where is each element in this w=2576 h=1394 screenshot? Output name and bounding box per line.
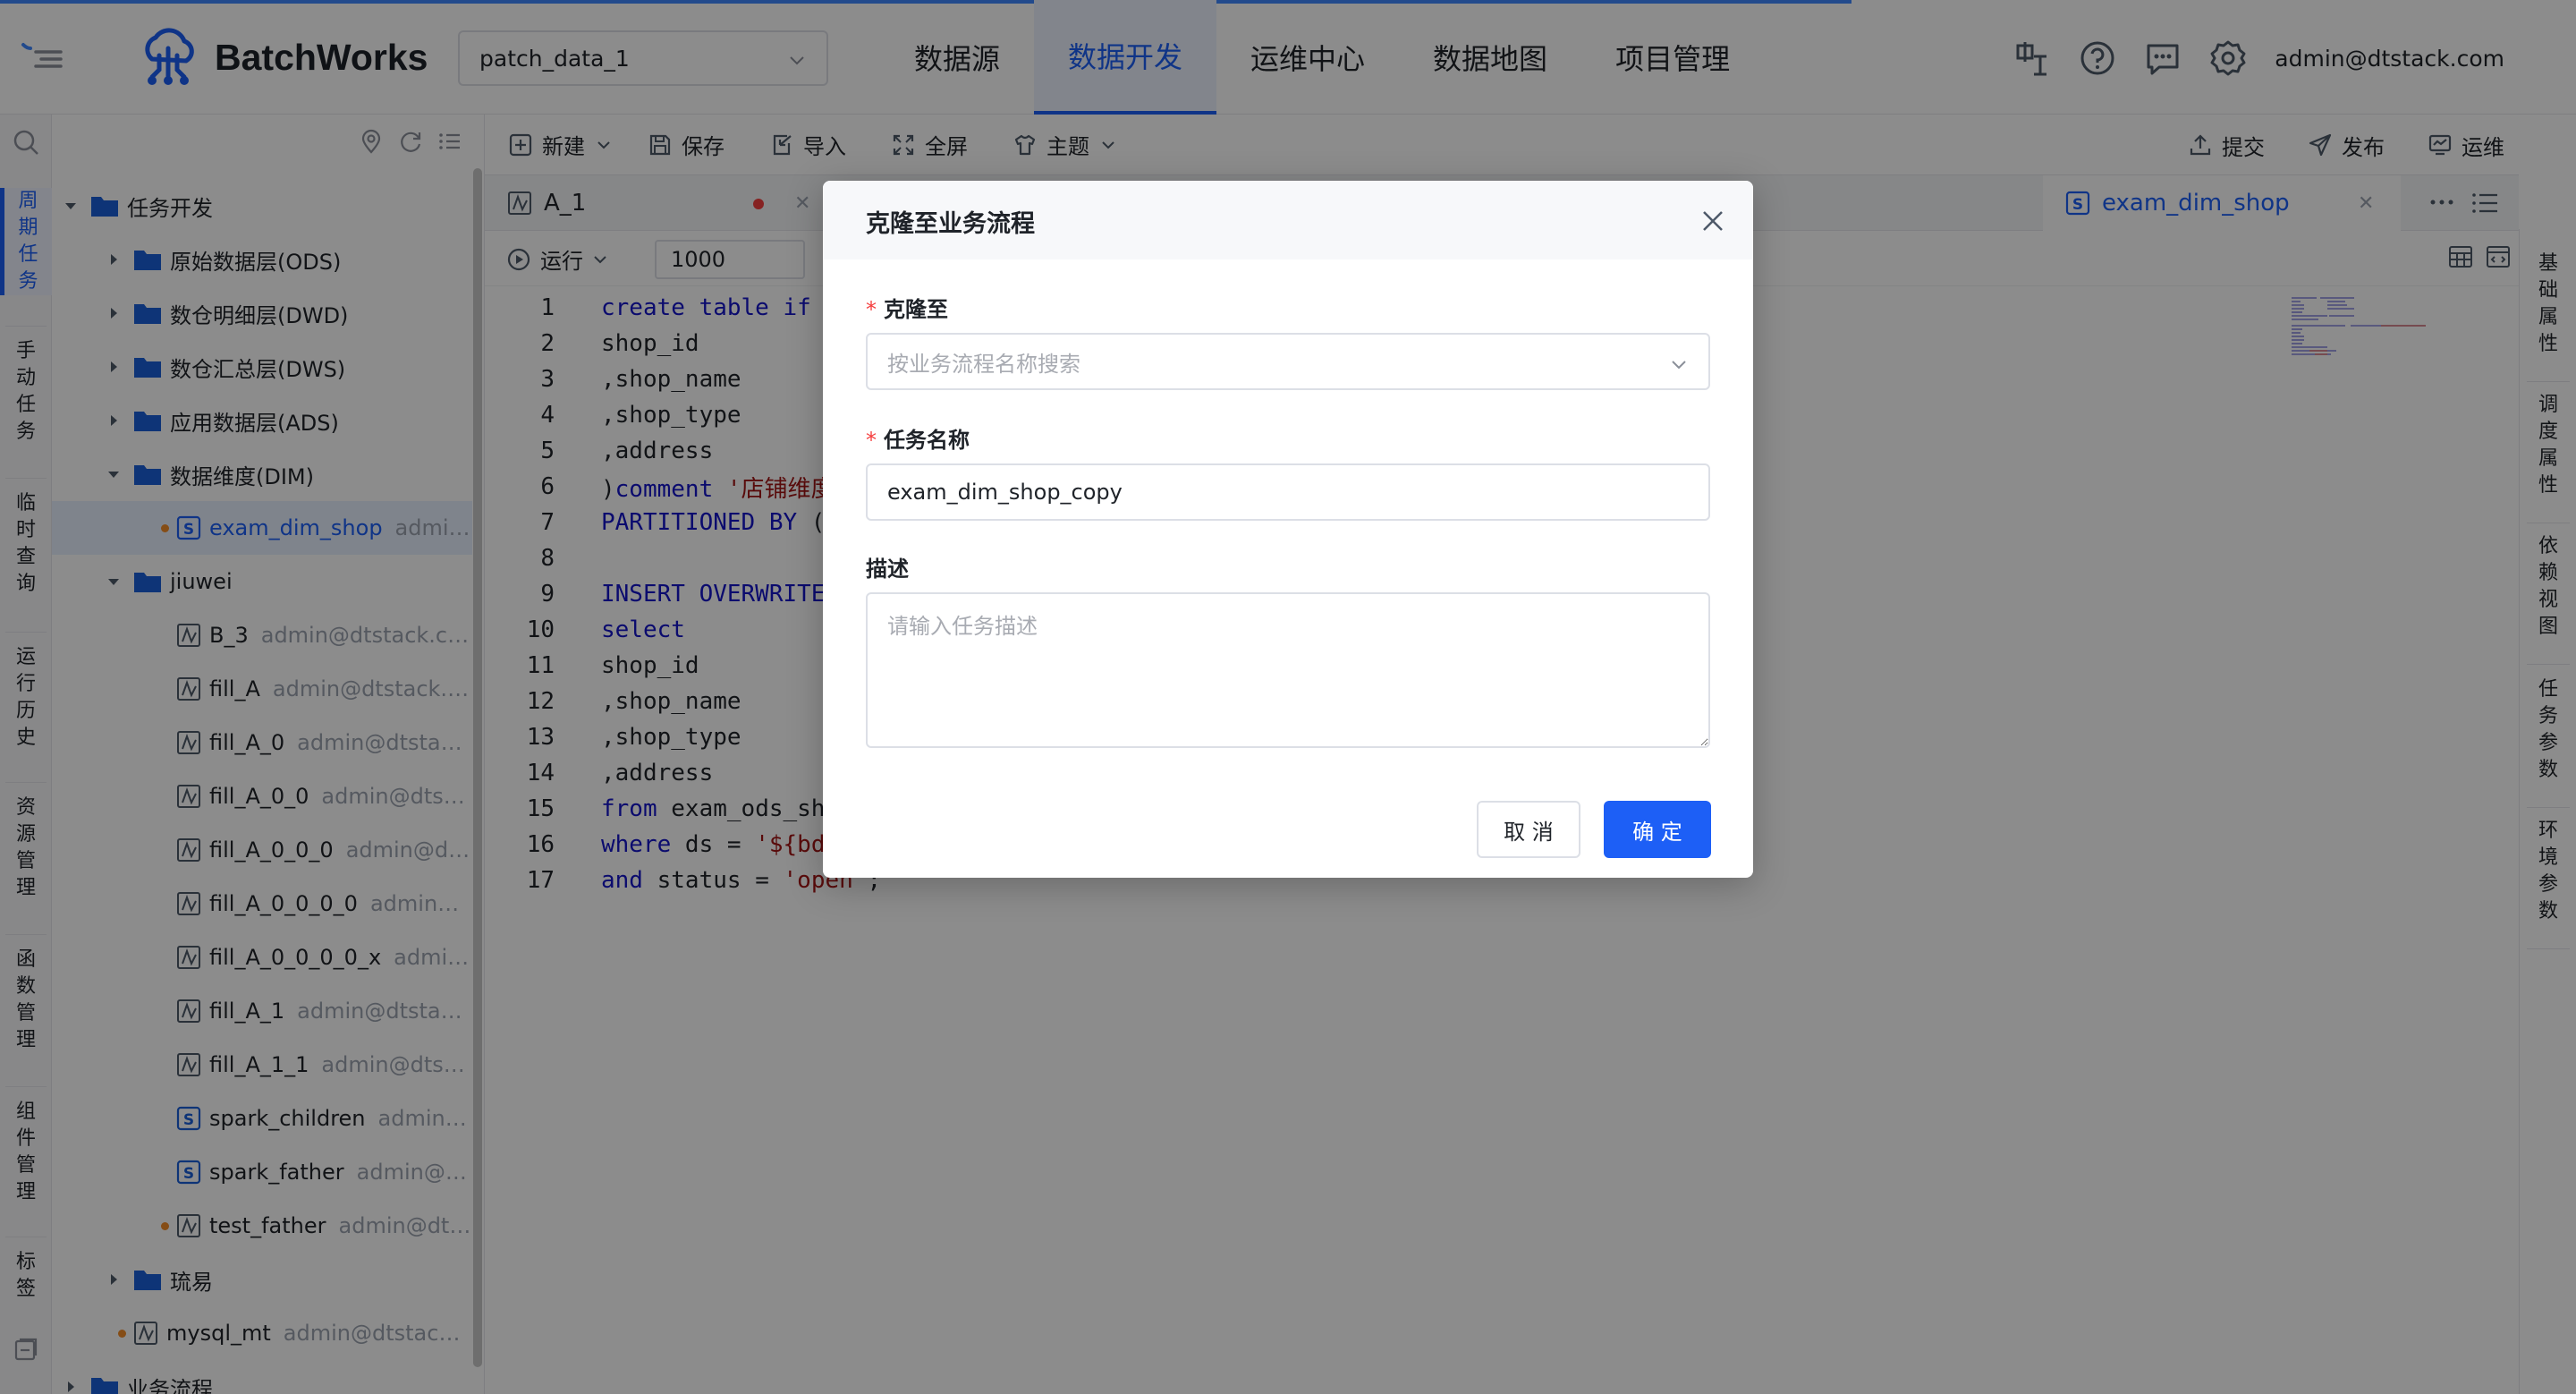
confirm-button[interactable]: 确 定 xyxy=(1604,801,1711,858)
task-name-input[interactable] xyxy=(866,463,1710,521)
description-textarea[interactable] xyxy=(866,592,1710,748)
clone-target-label: * 克隆至 xyxy=(866,292,948,323)
chevron-down-icon xyxy=(1672,361,1686,370)
cancel-button[interactable]: 取 消 xyxy=(1477,801,1580,858)
workflow-select[interactable]: 按业务流程名称搜索 xyxy=(866,333,1710,390)
close-icon[interactable] xyxy=(1699,208,1726,234)
clone-to-workflow-dialog: 克隆至业务流程 * 克隆至 按业务流程名称搜索 * 任务名称 描述 取 消 确 定 xyxy=(823,181,1753,878)
clone-target-label-text: 克隆至 xyxy=(884,297,948,322)
dialog-header: 克隆至业务流程 xyxy=(823,181,1753,259)
task-name-label-text: 任务名称 xyxy=(884,428,970,453)
workflow-select-placeholder: 按业务流程名称搜索 xyxy=(887,351,1080,377)
task-name-label: * 任务名称 xyxy=(866,422,970,454)
dialog-title: 克隆至业务流程 xyxy=(866,210,1035,238)
required-mark: * xyxy=(866,428,877,453)
required-mark: * xyxy=(866,297,877,322)
description-label: 描述 xyxy=(866,557,909,582)
